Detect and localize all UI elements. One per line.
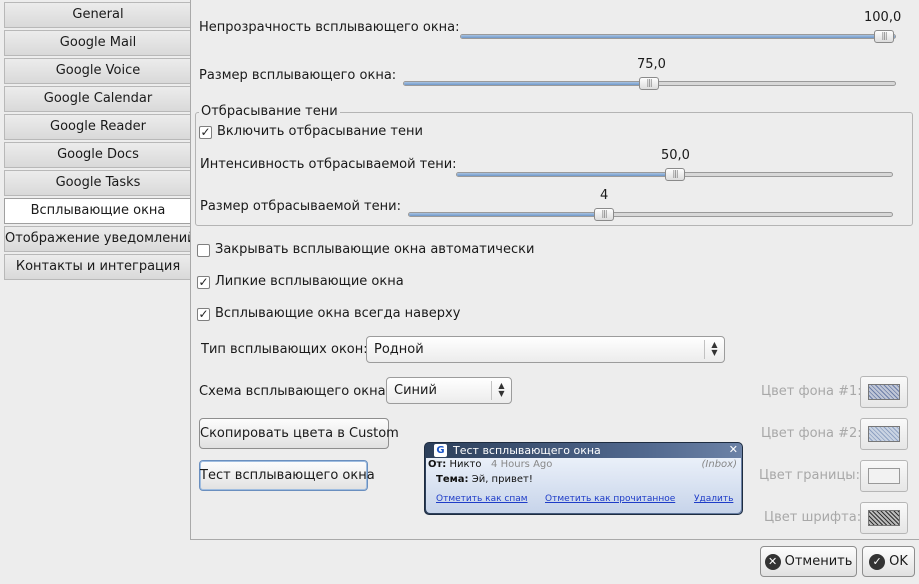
shadow-size-label: Размер отбрасываемой тени: xyxy=(200,199,401,214)
popup-type-value: Родной xyxy=(374,342,424,357)
popup-subject-label: Тема: xyxy=(436,474,469,485)
sidebar-item-popups[interactable]: Всплывающие окна xyxy=(4,198,191,224)
mark-spam-link[interactable]: Отметить как спам xyxy=(436,494,528,504)
popup-scheme-select[interactable]: Синий ▲ ▼ xyxy=(386,377,512,404)
sidebar-item-google-calendar[interactable]: Google Calendar xyxy=(4,86,191,112)
popup-preview[interactable]: G Тест всплывающего окна ✕ От: Никто 4 H… xyxy=(424,442,743,515)
check-icon: ✓ xyxy=(869,553,886,570)
shadow-intensity-handle[interactable]: ||| xyxy=(665,168,685,181)
popup-type-label: Тип всплывающих окон: xyxy=(201,342,368,357)
delete-link[interactable]: Удалить xyxy=(694,494,733,504)
popup-from: От: Никто 4 Hours Ago xyxy=(428,459,552,470)
opacity-value: 100,0 xyxy=(864,10,902,25)
sidebar-item-notifications[interactable]: Отображение уведомлений xyxy=(4,226,191,252)
popup-subject: Тема: Эй, привет! xyxy=(436,474,533,485)
sticky-label: Липкие всплывающие окна xyxy=(215,274,404,289)
shadow-intensity-fill xyxy=(457,173,675,176)
size-slider-handle[interactable]: ||| xyxy=(639,77,659,90)
popup-from-label: От: xyxy=(428,459,447,470)
size-value: 75,0 xyxy=(637,57,666,72)
size-slider-fill xyxy=(404,82,650,85)
popup-preview-body: От: Никто 4 Hours Ago (Inbox) Тема: Эй, … xyxy=(426,458,741,513)
bg2-color-swatch xyxy=(868,426,900,442)
border-color-button[interactable] xyxy=(860,460,908,492)
popup-scheme-label: Схема всплывающего окна: xyxy=(199,384,390,399)
bg2-color-label: Цвет фона #2: xyxy=(761,426,862,441)
auto-close-label: Закрывать всплывающие окна автоматически xyxy=(215,242,535,257)
opacity-slider[interactable] xyxy=(460,34,896,39)
opacity-label: Непрозрачность всплывающего окна: xyxy=(199,20,460,35)
test-popup-button[interactable]: Тест всплывающего окна xyxy=(199,460,375,491)
opacity-slider-fill xyxy=(461,35,895,38)
sidebar-item-google-docs[interactable]: Google Docs xyxy=(4,142,191,168)
updown-arrows-icon: ▲ ▼ xyxy=(704,340,724,359)
sidebar-item-google-reader[interactable]: Google Reader xyxy=(4,114,191,140)
sidebar-item-google-mail[interactable]: Google Mail xyxy=(4,30,191,56)
shadow-size-handle[interactable]: ||| xyxy=(594,208,614,221)
bg1-color-button[interactable] xyxy=(860,376,908,408)
cancel-button[interactable]: ✕ Отменить xyxy=(760,546,857,577)
shadow-enable-checkbox[interactable]: ✓ xyxy=(199,126,212,139)
shadow-size-value: 4 xyxy=(600,188,609,203)
ok-button[interactable]: ✓ OK xyxy=(862,546,915,577)
google-icon: G xyxy=(434,444,447,457)
font-color-label: Цвет шрифта: xyxy=(764,510,862,525)
shadow-enable-label: Включить отбрасывание тени xyxy=(217,124,423,139)
cancel-button-label: Отменить xyxy=(784,554,853,569)
popup-from-name: Никто xyxy=(449,459,482,470)
sidebar-item-contacts[interactable]: Контакты и интеграция xyxy=(4,254,191,280)
sidebar: General Google Mail Google Voice Google … xyxy=(4,2,191,282)
opacity-slider-handle[interactable]: ||| xyxy=(874,30,894,43)
popup-type-select[interactable]: Родной ▲ ▼ xyxy=(366,336,725,363)
cancel-icon: ✕ xyxy=(764,553,781,570)
ok-button-label: OK xyxy=(889,554,908,569)
close-icon[interactable]: ✕ xyxy=(729,443,738,456)
popup-time: 4 Hours Ago xyxy=(491,459,553,470)
on-top-checkbox[interactable]: ✓ xyxy=(197,308,210,321)
shadow-size-fill xyxy=(409,213,603,216)
font-color-button[interactable] xyxy=(860,502,908,534)
sidebar-item-google-tasks[interactable]: Google Tasks xyxy=(4,170,191,196)
mark-read-link[interactable]: Отметить как прочитанное xyxy=(545,494,675,504)
popup-subject-text: Эй, привет! xyxy=(471,474,533,485)
bg1-color-label: Цвет фона #1: xyxy=(761,384,862,399)
sidebar-item-google-voice[interactable]: Google Voice xyxy=(4,58,191,84)
on-top-label: Всплывающие окна всегда наверху xyxy=(215,306,461,321)
updown-arrows-icon: ▲ ▼ xyxy=(491,381,511,400)
bg1-color-swatch xyxy=(868,384,900,400)
bg2-color-button[interactable] xyxy=(860,418,908,450)
sticky-checkbox[interactable]: ✓ xyxy=(197,276,210,289)
shadow-intensity-value: 50,0 xyxy=(661,148,690,163)
sidebar-item-general[interactable]: General xyxy=(4,2,191,28)
popup-scheme-value: Синий xyxy=(394,383,437,398)
shadow-frame-title: Отбрасывание тени xyxy=(199,104,340,119)
font-color-swatch xyxy=(868,510,900,526)
copy-colors-button[interactable]: Скопировать цвета в Custom xyxy=(199,418,399,449)
shadow-intensity-label: Интенсивность отбрасываемой тени: xyxy=(200,157,457,172)
auto-close-checkbox[interactable] xyxy=(197,244,210,257)
popup-folder: (Inbox) xyxy=(701,459,737,470)
shadow-size-slider[interactable] xyxy=(408,212,893,217)
popup-preview-title: Тест всплывающего окна xyxy=(453,444,601,457)
size-label: Размер всплывающего окна: xyxy=(199,68,397,83)
border-color-swatch xyxy=(868,468,900,484)
border-color-label: Цвет границы: xyxy=(759,468,860,483)
